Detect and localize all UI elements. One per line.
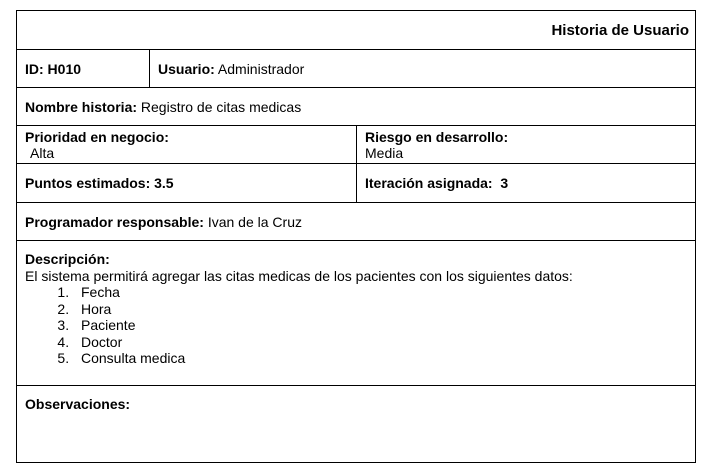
iteration-cell: Iteración asignada: 3 — [356, 164, 695, 202]
list-item: Fecha — [73, 284, 687, 301]
priority-risk-row: Prioridad en negocio: Alta Riesgo en des… — [17, 126, 695, 164]
user-story-card: Historia de Usuario ID: H010 Usuario: Ad… — [16, 10, 696, 463]
risk-label: Riesgo en desarrollo: — [365, 129, 509, 145]
user-label: Usuario: — [158, 60, 215, 77]
priority-cell: Prioridad en negocio: Alta — [17, 126, 356, 163]
description-label: Descripción: — [25, 251, 110, 267]
story-name-row: Nombre historia: Registro de citas medic… — [17, 88, 695, 126]
iteration-label: Iteración asignada: 3 — [365, 175, 509, 191]
programmer-cell: Programador responsable: Ivan de la Cruz — [17, 214, 310, 230]
list-item: Hora — [73, 301, 687, 318]
id-cell: ID: H010 — [17, 50, 149, 87]
story-id: ID: H010 — [25, 60, 82, 77]
points-cell: Puntos estimados: 3.5 — [17, 164, 356, 202]
description-list: Fecha Hora Paciente Doctor Consulta medi… — [25, 284, 687, 367]
list-item: Consulta medica — [73, 350, 687, 367]
user-cell: Usuario: Administrador — [149, 50, 695, 87]
card-title: Historia de Usuario — [551, 21, 689, 39]
observations-row: Observaciones: — [17, 386, 695, 462]
list-item: Paciente — [73, 317, 687, 334]
risk-value: Media — [365, 145, 404, 161]
risk-cell: Riesgo en desarrollo: Media — [356, 126, 695, 163]
programmer-row: Programador responsable: Ivan de la Cruz — [17, 203, 695, 241]
description-text: El sistema permitirá agregar las citas m… — [25, 267, 573, 284]
card-header: Historia de Usuario — [17, 11, 695, 50]
story-name-label: Nombre historia: — [25, 98, 138, 115]
story-name-value: Registro de citas medicas — [137, 98, 302, 115]
priority-label: Prioridad en negocio: — [25, 129, 169, 145]
description-row: Descripción: El sistema permitirá agrega… — [17, 241, 695, 386]
list-item: Doctor — [73, 334, 687, 351]
programmer-value: Ivan de la Cruz — [203, 213, 302, 230]
priority-value: Alta — [30, 145, 55, 161]
story-name-cell: Nombre historia: Registro de citas medic… — [17, 99, 309, 115]
user-value: Administrador — [214, 60, 305, 77]
id-user-row: ID: H010 Usuario: Administrador — [17, 50, 695, 88]
points-label: Puntos estimados: 3.5 — [25, 175, 174, 191]
points-iteration-row: Puntos estimados: 3.5 Iteración asignada… — [17, 164, 695, 203]
observations-label: Observaciones: — [25, 396, 131, 412]
programmer-label: Programador responsable: — [25, 213, 204, 230]
